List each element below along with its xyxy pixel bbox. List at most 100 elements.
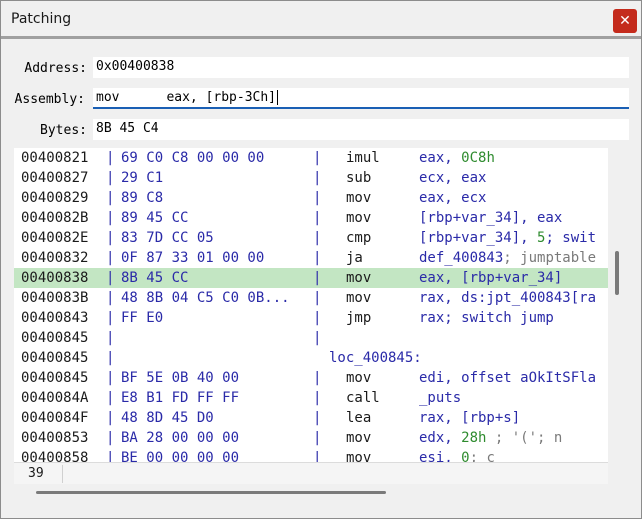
column-separator: | <box>106 190 115 206</box>
listing-row[interactable]: 0040082B | 89 45 CC | mov [rbp+var_34], eax <box>14 208 608 228</box>
row-operand-text: edx, <box>419 430 462 446</box>
column-separator: | <box>106 150 115 166</box>
column-separator: | <box>313 250 322 266</box>
disassembly-listing[interactable]: 00400821 | 69 C0 C8 00 00 00 | imul eax, 0C8h… <box>14 148 608 462</box>
bytes-value: 8B 45 C4 <box>96 121 159 136</box>
column-separator: | <box>106 270 115 286</box>
row-operands: eax, ecx <box>419 188 486 208</box>
listing-row[interactable]: 00400829 | 89 C8 | mov eax, ecx <box>14 188 608 208</box>
row-bytes: E8 B1 FD FF FF <box>121 390 240 406</box>
column-separator: | <box>313 190 322 206</box>
listing-row[interactable]: 0040082E | 83 7D CC 05 | cmp [rbp+var_34], 5;… <box>14 228 608 248</box>
row-operand-text: rax, [rbp+s] <box>419 410 521 426</box>
row-operands: edi, offset aOkItSFla <box>419 368 596 388</box>
row-operands: def_400843; jumptable <box>419 248 596 268</box>
row-bytes: 83 7D CC 05 <box>121 230 214 246</box>
listing-row[interactable]: 00400845 | | <box>14 328 608 348</box>
status-divider <box>62 465 63 483</box>
bytes-input[interactable]: 8B 45 C4 <box>93 119 629 140</box>
column-separator: | <box>313 230 322 246</box>
row-address: 0040082B <box>21 210 89 226</box>
row-mnemonic: mov <box>346 270 372 286</box>
listing-row[interactable]: 0040083B | 48 8B 04 C5 C0 0B... | mov rax, ds… <box>14 288 608 308</box>
listing-row[interactable]: 0040084A | E8 B1 FD FF FF | call _puts <box>14 388 608 408</box>
row-operand-text: rax, ds:jpt_400843[ra <box>419 290 597 306</box>
status-bar: 39 <box>14 462 608 484</box>
row-operand-text: [rbp+var_34], <box>419 230 538 246</box>
column-separator: | <box>313 390 322 406</box>
row-operands: rax, ds:jpt_400843[ra <box>419 288 596 308</box>
row-operand-text: esi, <box>419 450 462 462</box>
row-bytes: FF E0 <box>121 310 164 326</box>
row-address: 00400821 <box>21 150 89 166</box>
row-bytes: 0F 87 33 01 00 00 <box>121 250 265 266</box>
row-operands: rax; switch jump <box>419 308 554 328</box>
listing-row[interactable]: 00400832 | 0F 87 33 01 00 00 | ja def_400843;… <box>14 248 608 268</box>
column-separator: | <box>106 430 115 446</box>
column-separator: | <box>313 210 322 226</box>
listing-row[interactable]: 00400858 | BE 00 00 00 00 | mov esi, 0; c <box>14 448 608 462</box>
vertical-scrollbar-thumb[interactable] <box>615 251 619 295</box>
listing-row[interactable]: 00400845 | loc_400845: <box>14 348 608 368</box>
assembly-value: mov eax, [rbp-3Ch] <box>96 90 277 105</box>
listing-row[interactable]: 00400843 | FF E0 | jmp rax; switch jump <box>14 308 608 328</box>
column-separator: | <box>313 370 322 386</box>
row-address: 0040082E <box>21 230 89 246</box>
row-mnemonic: call <box>346 390 380 406</box>
column-separator: | <box>313 430 322 446</box>
row-mnemonic: ja <box>346 250 363 266</box>
row-comment: ; '('; n <box>486 430 563 446</box>
row-bytes: 8B 45 CC <box>121 270 189 286</box>
listing-row[interactable]: 00400821 | 69 C0 C8 00 00 00 | imul eax, 0C8h <box>14 148 608 168</box>
column-separator: | <box>106 330 115 346</box>
listing-row[interactable]: 0040084F | 48 8D 45 D0 | lea rax, [rbp+s] <box>14 408 608 428</box>
row-bytes: 89 45 CC <box>121 210 189 226</box>
row-operand-text: _puts <box>419 390 462 406</box>
window-title: Patching <box>11 11 72 27</box>
row-bytes: 29 C1 <box>121 170 164 186</box>
column-separator: | <box>313 150 322 166</box>
address-value: 0x00400838 <box>96 59 175 74</box>
row-operands: [rbp+var_34], 5; swit <box>419 228 596 248</box>
horizontal-scrollbar-thumb[interactable] <box>36 491 386 494</box>
column-separator: | <box>106 170 115 186</box>
row-address: 00400838 <box>21 270 89 286</box>
column-separator: | <box>106 450 115 462</box>
row-operands: [rbp+var_34], eax <box>419 208 562 228</box>
status-value: 39 <box>28 466 44 481</box>
row-mnemonic: mov <box>346 370 372 386</box>
row-address: 00400853 <box>21 430 89 446</box>
row-bytes: 89 C8 <box>121 190 164 206</box>
listing-row[interactable]: 00400838 | 8B 45 CC | mov eax, [rbp+var_34] <box>14 268 608 288</box>
row-mnemonic: mov <box>346 290 372 306</box>
row-operand-number: 0C8h <box>461 150 495 166</box>
row-bytes: BA 28 00 00 00 <box>121 430 240 446</box>
row-address: 00400845 <box>21 350 89 366</box>
vertical-scrollbar[interactable] <box>610 148 626 462</box>
row-operand-text: edi, offset aOkItSFla <box>419 370 597 386</box>
row-operand-text: def_400843 <box>419 250 504 266</box>
listing-row[interactable]: 00400853 | BA 28 00 00 00 | mov edx, 28h ; '(… <box>14 428 608 448</box>
column-separator: | <box>106 290 115 306</box>
row-label: loc_400845: <box>329 350 422 366</box>
column-separator: | <box>313 310 322 326</box>
address-input[interactable]: 0x00400838 <box>93 57 629 78</box>
close-button[interactable]: ✕ <box>613 9 637 33</box>
text-caret <box>277 90 279 105</box>
row-address: 0040083B <box>21 290 89 306</box>
row-operand-number: 28h <box>461 430 487 446</box>
assembly-input[interactable]: mov eax, [rbp-3Ch] <box>93 88 629 109</box>
horizontal-scrollbar[interactable] <box>14 486 608 502</box>
row-bytes: 48 8D 45 D0 <box>121 410 214 426</box>
row-operand-text: [rbp+var_34], eax <box>419 210 563 226</box>
column-separator: | <box>313 330 322 346</box>
listing-row[interactable]: 00400827 | 29 C1 | sub ecx, eax <box>14 168 608 188</box>
bytes-label: Bytes: <box>40 123 87 138</box>
column-separator: | <box>313 410 322 426</box>
row-mnemonic: mov <box>346 450 372 462</box>
listing-row[interactable]: 00400845 | BF 5E 0B 40 00 | mov edi, offset a… <box>14 368 608 388</box>
row-mnemonic: mov <box>346 430 372 446</box>
close-icon: ✕ <box>619 13 631 29</box>
row-operands: edx, 28h ; '('; n <box>419 428 562 448</box>
row-bytes: 48 8B 04 C5 C0 0B... <box>121 290 290 306</box>
